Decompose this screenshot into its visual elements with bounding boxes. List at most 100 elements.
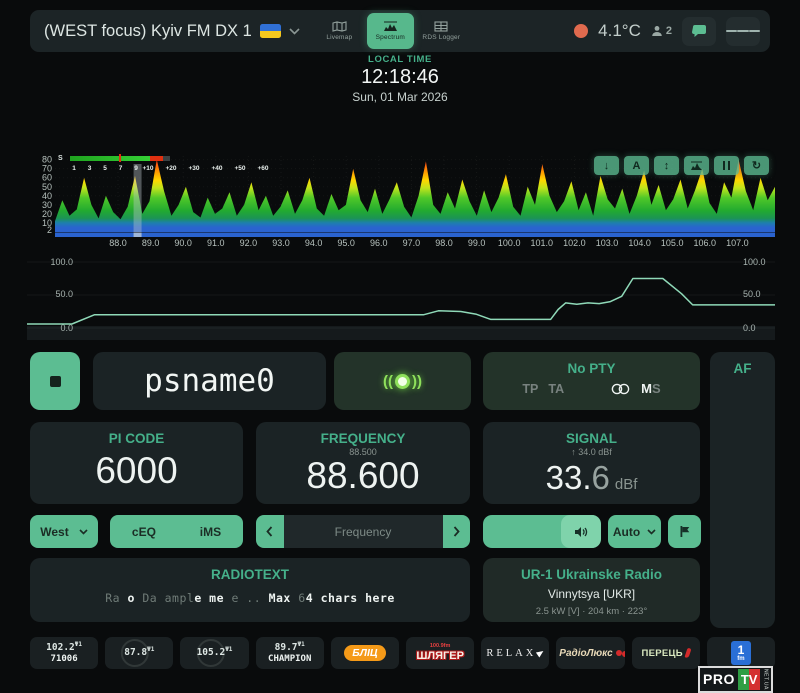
volume-slider[interactable] bbox=[483, 515, 601, 548]
spectrum-vertical-zoom-button[interactable]: ↕ bbox=[654, 156, 679, 175]
report-flag-button[interactable] bbox=[668, 515, 701, 548]
nav-rds-logger-label: RDS Logger bbox=[422, 34, 461, 41]
clock-date: Sun, 01 Mar 2026 bbox=[352, 90, 448, 104]
spectrum-pause-button[interactable] bbox=[714, 156, 739, 175]
stop-record-button[interactable] bbox=[30, 352, 80, 410]
s-meter-tick: 7 bbox=[118, 165, 123, 172]
tune-down-button[interactable] bbox=[256, 515, 284, 548]
radiotext-segment: Ra bbox=[105, 591, 128, 605]
preset-frequency: 105.2Ψ1 bbox=[196, 646, 233, 659]
frequency-panel[interactable]: FREQUENCY 88.500 88.600 bbox=[256, 422, 470, 504]
signal-unit: dBf bbox=[614, 476, 638, 493]
spectrum-graph-style-button[interactable] bbox=[684, 156, 709, 175]
spectrum-scale-down-button[interactable]: ↓ bbox=[594, 156, 619, 175]
svg-text:96.0: 96.0 bbox=[370, 238, 388, 248]
ims-toggle[interactable]: iMS bbox=[200, 525, 221, 539]
station-logo-shlyager: 100.9fm ШЛЯГЕР bbox=[416, 643, 464, 662]
svg-text:105.0: 105.0 bbox=[661, 238, 684, 248]
nav-spectrum-label: Spectrum bbox=[375, 34, 406, 41]
cherries-icon bbox=[615, 650, 622, 656]
nav-rds-logger-button[interactable]: RDS Logger bbox=[418, 13, 465, 49]
mode-select[interactable]: Auto bbox=[608, 515, 661, 548]
radiotext-segment: e bbox=[224, 591, 247, 605]
pi-code-value: 6000 bbox=[95, 450, 178, 491]
af-panel-title: AF bbox=[733, 361, 752, 376]
spectrum-analyzer[interactable]: 80 70 60 50 40 30 20 10 2 88.0 89.0 90.0 91.0 92.0 93.… bbox=[30, 150, 775, 250]
preset-station-button[interactable]: 1 fm bbox=[706, 637, 776, 669]
clock-time: 12:18:46 bbox=[361, 66, 439, 88]
radiotext-panel: RADIOTEXT Ra o Da ample me e .. Max 64 c… bbox=[30, 558, 470, 622]
frequency-tuner bbox=[256, 515, 470, 548]
menu-button[interactable] bbox=[726, 16, 760, 46]
radiotext-content: Ra o Da ample me e .. Max 64 chars here bbox=[30, 591, 470, 605]
station-name: UR-1 Ukrainske Radio bbox=[520, 567, 663, 582]
svg-text:94.0: 94.0 bbox=[305, 238, 323, 248]
svg-text:102.0: 102.0 bbox=[563, 238, 586, 248]
preset-sub-label: 71006 bbox=[50, 653, 78, 664]
svg-text:50.0: 50.0 bbox=[55, 289, 73, 299]
s-meter-label: S bbox=[58, 155, 63, 162]
svg-text:95.0: 95.0 bbox=[337, 238, 355, 248]
temperature-value: 4.1°C bbox=[598, 21, 641, 40]
svg-text:0.0: 0.0 bbox=[743, 323, 756, 333]
header-nav: Livemap Spectrum RDS Logger bbox=[316, 13, 465, 49]
fm-dx-app: (WEST focus) Kyiv FM DX 1 Livemap Spectr… bbox=[0, 0, 800, 693]
preset-frequency: 102.2Ψ1 bbox=[46, 640, 83, 654]
preset-station-button[interactable]: 105.2Ψ1 bbox=[180, 637, 249, 669]
preset-station-button[interactable]: 89.7Ψ1 CHAMPION bbox=[255, 637, 324, 669]
s-meter-tick: +40 bbox=[211, 165, 223, 172]
s-meter-tick: +30 bbox=[188, 165, 200, 172]
radiotext-segment: .. bbox=[246, 591, 269, 605]
signal-plot: 100.0 100.050.0 50.00.0 0.0 bbox=[27, 257, 775, 340]
protv-watermark: PRO TV NET.UA bbox=[698, 666, 774, 693]
svg-text:107.0: 107.0 bbox=[726, 238, 749, 248]
pty-value: No PTY bbox=[567, 361, 616, 376]
listener-count: 2 bbox=[651, 25, 672, 37]
preset-station-button[interactable]: 100.9fm ШЛЯГЕР bbox=[406, 637, 475, 669]
svg-text:92.0: 92.0 bbox=[240, 238, 258, 248]
watermark-tv: TV bbox=[737, 669, 761, 690]
signal-value-dec: 6 bbox=[591, 459, 610, 496]
frequency-input[interactable] bbox=[283, 515, 443, 548]
preset-frequency: 89.7Ψ1 bbox=[274, 640, 305, 654]
s-meter: S 1 3 5 7 9 +10 +20 +30 +40 +50 +60 bbox=[58, 154, 290, 175]
preset-station-button[interactable]: БЛІЦ bbox=[330, 637, 400, 669]
tune-up-button[interactable] bbox=[442, 515, 470, 548]
nav-livemap-button[interactable]: Livemap bbox=[316, 13, 363, 49]
chevron-right-icon bbox=[453, 526, 460, 537]
preset-station-row: 102.2Ψ1 71006 87.8Ψ1 105.2Ψ1 89.7Ψ1 CHAMPION Б… bbox=[30, 637, 776, 669]
antenna-select[interactable]: West bbox=[30, 515, 98, 548]
station-logo-relax: RELAX bbox=[486, 648, 546, 659]
s-meter-tick: +20 bbox=[165, 165, 177, 172]
svg-text:98.0: 98.0 bbox=[435, 238, 453, 248]
eq-toggle[interactable]: cEQ bbox=[132, 525, 156, 539]
spectrum-autoscale-button[interactable]: A bbox=[624, 156, 649, 175]
preset-station-button[interactable]: 87.8Ψ1 bbox=[105, 637, 174, 669]
broadcast-indicator-panel: (()) bbox=[334, 352, 471, 410]
radiotext-segment: o bbox=[127, 591, 143, 605]
signal-peak: ↑ 34.0 dBf bbox=[571, 447, 612, 457]
watermark-pro: PRO bbox=[703, 671, 735, 688]
svg-text:91.0: 91.0 bbox=[207, 238, 225, 248]
preset-station-button[interactable]: РадіоЛюкс bbox=[556, 637, 625, 669]
chat-button[interactable] bbox=[682, 16, 716, 46]
chevron-left-icon bbox=[266, 526, 273, 537]
station-selector[interactable]: (WEST focus) Kyiv FM DX 1 bbox=[30, 22, 314, 41]
preset-station-button[interactable]: RELAX bbox=[481, 637, 550, 669]
station-logo-perets: ПЕРЕЦЬ bbox=[642, 648, 692, 659]
ta-flag: TA bbox=[548, 382, 565, 396]
spectrum-chart-icon bbox=[383, 21, 397, 31]
frequency-label: FREQUENCY bbox=[320, 431, 406, 446]
s-meter-tick: 9 bbox=[134, 165, 138, 172]
preset-station-button[interactable]: ПЕРЕЦЬ bbox=[631, 637, 700, 669]
spectrum-refresh-button[interactable]: ↻ bbox=[744, 156, 769, 175]
signal-value-int: 33. bbox=[545, 459, 592, 496]
spectrum-toolbar: ↓ A ↕ ↻ bbox=[594, 156, 769, 175]
volume-slider-handle[interactable] bbox=[561, 515, 601, 548]
chat-bubble-icon bbox=[691, 24, 706, 37]
flag-icon bbox=[680, 526, 689, 537]
nav-spectrum-button[interactable]: Spectrum bbox=[366, 13, 414, 49]
graph-style-icon bbox=[691, 161, 702, 170]
s-meter-tick: +10 bbox=[142, 165, 154, 172]
preset-station-button[interactable]: 102.2Ψ1 71006 bbox=[30, 637, 99, 669]
